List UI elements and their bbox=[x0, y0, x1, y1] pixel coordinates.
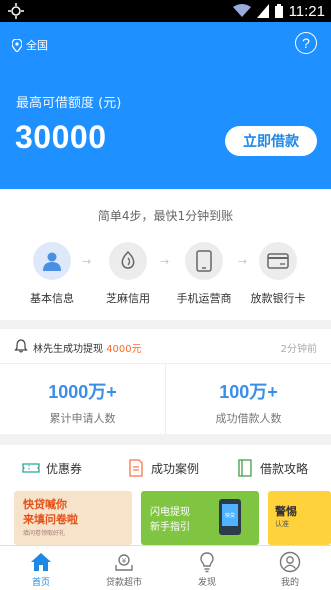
loan-guide-link[interactable]: 借款攻略 bbox=[236, 459, 308, 477]
bankcard-icon bbox=[267, 253, 289, 269]
clock-time: 11:21 bbox=[288, 2, 325, 20]
coupon-icon bbox=[22, 463, 40, 473]
tab-loan-market[interactable]: ¥ 贷款超市 bbox=[83, 546, 165, 590]
settings-sun-icon bbox=[8, 3, 24, 19]
notice-amount: 4000元 bbox=[106, 344, 142, 355]
step-sesame-credit[interactable]: 芝麻信用 bbox=[93, 242, 163, 306]
banner-survey[interactable]: 快贷喊你 来填问卷啦 填问卷领取好礼 bbox=[14, 491, 132, 545]
banner-quick-withdraw[interactable]: 闪电提现 新手指引 快贷 bbox=[141, 491, 259, 545]
limit-label: 最高可借额度 (元) bbox=[16, 96, 122, 111]
profile-icon bbox=[279, 551, 301, 573]
home-icon bbox=[31, 553, 51, 571]
tab-discover[interactable]: 发现 bbox=[166, 546, 248, 590]
step-mobile-carrier[interactable]: 手机运营商 bbox=[169, 242, 239, 306]
stat-borrowers: 100万+ 成功借款人数 bbox=[215, 382, 282, 425]
bottom-tab-bar: 首页 ¥ 贷款超市 发现 我的 bbox=[0, 545, 331, 590]
borrow-now-button[interactable]: 立即借款 bbox=[225, 126, 317, 156]
bell-icon bbox=[14, 339, 28, 353]
location-pin-icon bbox=[12, 38, 22, 52]
guide-icon bbox=[238, 459, 252, 477]
stat-applicants: 1000万+ 累计申请人数 bbox=[48, 382, 117, 425]
case-icon bbox=[129, 459, 143, 477]
arrow-icon: → bbox=[82, 255, 92, 268]
step-basic-info[interactable]: 基本信息 bbox=[17, 242, 87, 306]
wifi-icon bbox=[232, 4, 251, 17]
sesame-icon bbox=[121, 251, 135, 269]
market-icon: ¥ bbox=[115, 554, 133, 571]
success-cases-link[interactable]: 成功案例 bbox=[127, 459, 199, 477]
help-icon[interactable]: ? bbox=[295, 32, 317, 54]
svg-text:¥: ¥ bbox=[122, 557, 127, 565]
signal-icon bbox=[256, 4, 269, 18]
stats-section: 1000万+ 累计申请人数 100万+ 成功借款人数 bbox=[0, 364, 331, 434]
withdraw-notice: 林先生成功提现 4000元 2分钟前 bbox=[0, 329, 331, 364]
banner-warning[interactable]: 警惕 认准 bbox=[268, 491, 331, 545]
user-icon bbox=[43, 252, 61, 271]
step-bank-card[interactable]: 放款银行卡 bbox=[243, 242, 313, 306]
arrow-icon: → bbox=[160, 255, 170, 268]
phone-illustration: 快贷 bbox=[219, 499, 241, 535]
tab-profile[interactable]: 我的 bbox=[249, 546, 331, 590]
tab-home[interactable]: 首页 bbox=[0, 546, 82, 590]
location-selector[interactable]: 全国 bbox=[12, 37, 48, 53]
steps-tagline: 简单4步，最快1分钟到账 bbox=[97, 209, 234, 223]
quick-links-section: 优惠券 成功案例 借款攻略 快贷喊你 来填问卷啦 填问卷领取好礼 闪电提现 新手… bbox=[0, 445, 331, 545]
battery-icon bbox=[274, 4, 283, 18]
bulb-icon bbox=[200, 552, 214, 573]
loan-hero: 全国 ? 最高可借额度 (元) 30000 立即借款 bbox=[0, 22, 331, 189]
limit-amount: 30000 bbox=[15, 119, 107, 155]
notice-message: 林先生成功提现 4000元 bbox=[33, 344, 142, 355]
notice-time: 2分钟前 bbox=[280, 344, 317, 355]
steps-section: 简单4步，最快1分钟到账 基本信息 → 芝麻信用 → 手机运营商 → 放款银行卡 bbox=[0, 189, 331, 320]
location-label: 全国 bbox=[26, 39, 48, 52]
status-bar: 11:21 bbox=[0, 0, 331, 22]
phone-icon bbox=[196, 250, 212, 272]
coupon-link[interactable]: 优惠券 bbox=[22, 459, 82, 477]
